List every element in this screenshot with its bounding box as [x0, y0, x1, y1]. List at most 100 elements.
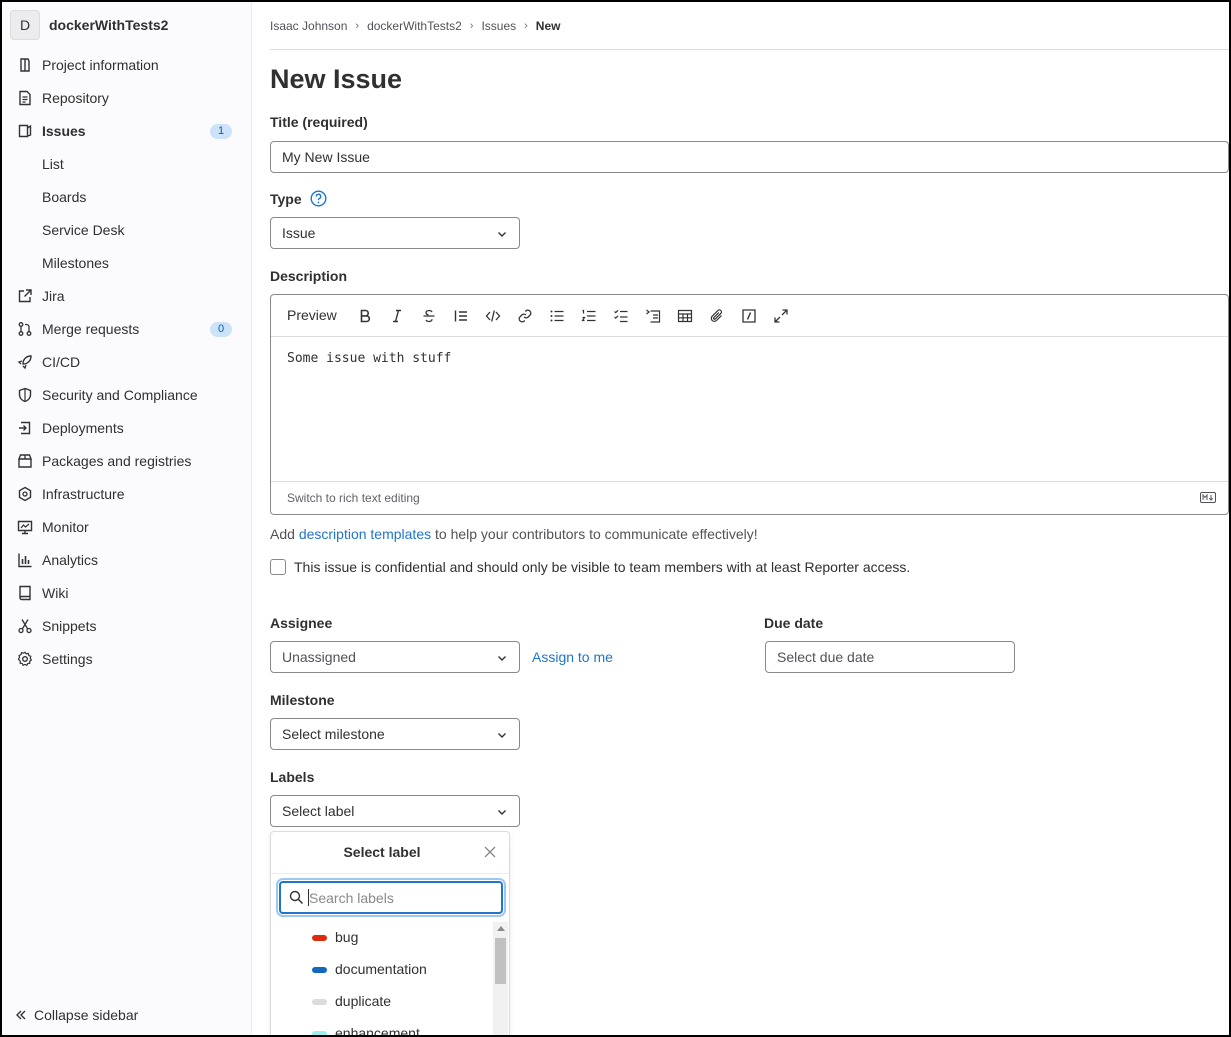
sidebar-item-repository[interactable]: Repository	[2, 82, 252, 115]
sidebar-item-merge-requests[interactable]: Merge requests 0	[2, 313, 252, 346]
sidebar-item-settings[interactable]: Settings	[2, 643, 252, 676]
preview-tab[interactable]: Preview	[287, 307, 337, 323]
sidebar-item-label: Deployments	[42, 420, 124, 436]
issues-count-badge: 1	[210, 124, 232, 139]
label-option-duplicate[interactable]: duplicate	[271, 986, 491, 1018]
strikethrough-icon[interactable]	[421, 308, 437, 324]
labels-dropdown-title: Select label	[343, 844, 421, 860]
sidebar-item-issues[interactable]: Issues 1	[2, 115, 252, 148]
link-icon[interactable]	[517, 308, 533, 324]
label-color-swatch	[312, 1031, 327, 1035]
sidebar-item-service-desk[interactable]: Service Desk	[2, 214, 252, 247]
sidebar-item-deployments[interactable]: Deployments	[2, 412, 252, 445]
sidebar-item-list[interactable]: List	[2, 148, 252, 181]
sidebar-item-milestones[interactable]: Milestones	[2, 247, 252, 280]
labels-scrollbar[interactable]	[493, 922, 508, 1035]
sidebar-item-monitor[interactable]: Monitor	[2, 511, 252, 544]
sidebar-item-analytics[interactable]: Analytics	[2, 544, 252, 577]
code-icon[interactable]	[485, 308, 501, 324]
deployments-icon	[19, 421, 31, 435]
scrollbar-thumb[interactable]	[495, 938, 506, 984]
sidebar-item-security[interactable]: Security and Compliance	[2, 379, 252, 412]
assign-to-me-link[interactable]: Assign to me	[532, 649, 613, 665]
sidebar-item-label: Analytics	[42, 552, 99, 568]
markdown-icon	[1200, 492, 1216, 503]
project-header[interactable]: D dockerWithTests2	[10, 8, 168, 42]
due-date-label: Due date	[764, 615, 824, 631]
sidebar-item-infrastructure[interactable]: Infrastructure	[2, 478, 252, 511]
repository-icon	[19, 90, 31, 106]
description-editor: Preview Some issue with stuff Switch to …	[270, 294, 1229, 515]
question-circle-icon[interactable]	[310, 190, 327, 207]
sidebar-item-jira[interactable]: Jira	[2, 280, 252, 313]
merge-request-icon	[18, 322, 32, 336]
breadcrumb-current[interactable]: New	[536, 19, 561, 33]
sidebar-nav: Project information Repository Issues 1 …	[2, 49, 252, 676]
task-list-icon[interactable]	[613, 308, 629, 324]
breadcrumb-issues[interactable]: Issues	[481, 19, 516, 33]
label-option-documentation[interactable]: documentation	[271, 954, 491, 986]
sidebar-item-snippets[interactable]: Snippets	[2, 610, 252, 643]
breadcrumb-separator-icon: ›	[524, 20, 528, 32]
chevron-down-icon	[498, 232, 506, 237]
sidebar-item-label: Snippets	[42, 618, 97, 634]
page-title: New Issue	[270, 64, 403, 94]
hint-text-before: Add	[270, 526, 299, 542]
due-date-input[interactable]: Select due date	[765, 641, 1015, 673]
breadcrumb-project[interactable]: dockerWithTests2	[367, 19, 462, 33]
fullscreen-icon[interactable]	[773, 308, 789, 324]
switch-rich-text-button[interactable]: Switch to rich text editing	[287, 491, 420, 505]
sidebar-item-label: Repository	[42, 90, 109, 106]
milestone-select[interactable]: Select milestone	[270, 718, 520, 750]
chart-icon	[18, 553, 32, 568]
scissors-icon	[18, 619, 32, 634]
gear-icon	[17, 651, 33, 667]
label-option-name: documentation	[335, 961, 427, 977]
breadcrumb: Isaac Johnson › dockerWithTests2 › Issue…	[270, 19, 560, 33]
chevron-down-icon	[498, 810, 506, 815]
description-textarea[interactable]: Some issue with stuff	[287, 351, 451, 366]
slash-commands-icon[interactable]	[741, 308, 757, 324]
italic-icon[interactable]	[389, 308, 405, 324]
confidential-label[interactable]: This issue is confidential and should on…	[294, 559, 910, 575]
bold-icon[interactable]	[357, 308, 373, 324]
title-input[interactable]: My New Issue	[270, 141, 1229, 173]
quote-icon[interactable]	[453, 308, 469, 324]
collapsible-section-icon[interactable]	[645, 308, 661, 324]
label-option-bug[interactable]: bug	[271, 922, 491, 954]
description-label: Description	[270, 268, 348, 284]
labels-select[interactable]: Select label	[270, 795, 520, 827]
sidebar-item-label: Project information	[42, 57, 159, 73]
issues-icon	[18, 124, 32, 138]
bulleted-list-icon[interactable]	[549, 308, 565, 324]
breadcrumb-separator-icon: ›	[355, 20, 360, 32]
label-color-swatch	[312, 935, 327, 941]
sidebar-item-wiki[interactable]: Wiki	[2, 577, 252, 610]
close-icon[interactable]	[483, 845, 497, 859]
sidebar-item-boards[interactable]: Boards	[2, 181, 252, 214]
description-templates-link[interactable]: description templates	[299, 526, 431, 542]
chevron-double-left-icon	[16, 1010, 26, 1020]
sidebar-item-ci-cd[interactable]: CI/CD	[2, 346, 252, 379]
sidebar-item-label: CI/CD	[42, 354, 81, 370]
book-icon	[19, 585, 31, 601]
sidebar-item-packages[interactable]: Packages and registries	[2, 445, 252, 478]
table-icon[interactable]	[677, 308, 693, 324]
collapse-sidebar-button[interactable]: Collapse sidebar	[14, 1007, 138, 1023]
assignee-label: Assignee	[270, 615, 333, 631]
type-select[interactable]: Issue	[270, 217, 520, 249]
confidential-checkbox[interactable]	[270, 559, 286, 575]
attachment-icon[interactable]	[709, 308, 725, 324]
shield-icon	[18, 387, 32, 403]
sidebar-item-label: Merge requests	[42, 321, 140, 337]
label-option-enhancement[interactable]: enhancement	[271, 1018, 491, 1035]
scroll-up-arrow-icon[interactable]	[497, 926, 505, 931]
monitor-icon	[17, 520, 33, 535]
sidebar-item-label: Packages and registries	[42, 453, 192, 469]
numbered-list-icon[interactable]	[581, 308, 597, 324]
search-labels-input[interactable]: Search labels	[279, 881, 503, 914]
breadcrumb-user[interactable]: Isaac Johnson	[270, 19, 347, 33]
assignee-select[interactable]: Unassigned	[270, 641, 520, 673]
sidebar-item-project-information[interactable]: Project information	[2, 49, 252, 82]
assignee-select-value: Unassigned	[282, 649, 356, 665]
